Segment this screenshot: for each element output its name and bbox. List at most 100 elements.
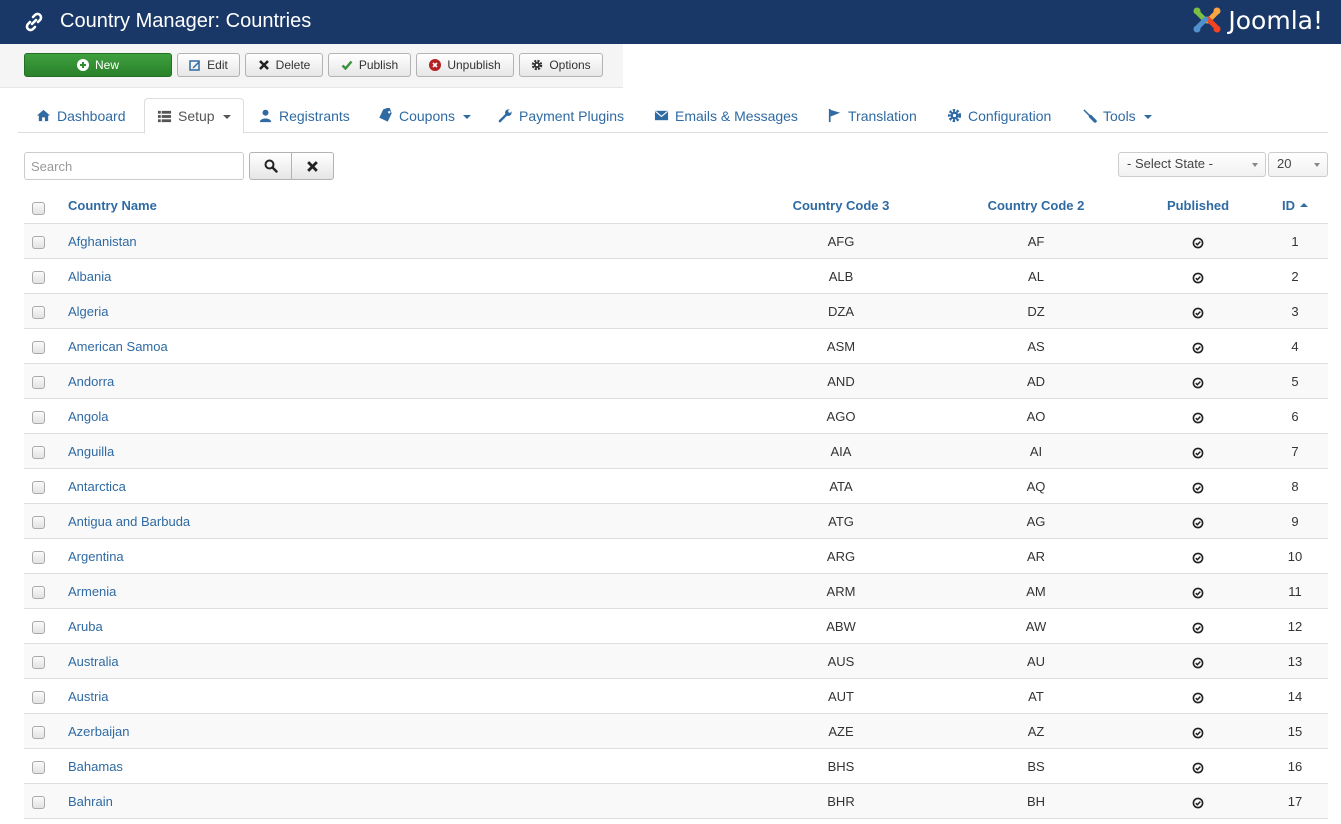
- tag-icon: [379, 108, 392, 122]
- country-name-link[interactable]: Austria: [68, 689, 108, 704]
- tab-translation[interactable]: Translation: [827, 98, 917, 133]
- country-code-3-cell: DZA: [828, 304, 854, 319]
- column-header-country-name[interactable]: Country Name: [68, 189, 157, 224]
- published-check-icon[interactable]: [1192, 237, 1204, 249]
- id-cell: 12: [1287, 619, 1303, 634]
- published-check-icon[interactable]: [1192, 692, 1204, 704]
- tab-dashboard[interactable]: Dashboard: [36, 98, 126, 133]
- chevron-down-icon: [463, 114, 472, 119]
- published-check-icon[interactable]: [1192, 447, 1204, 459]
- country-name-link[interactable]: Angola: [68, 409, 108, 424]
- published-check-icon[interactable]: [1192, 307, 1204, 319]
- screwdriver-icon: [1083, 109, 1097, 123]
- search-button[interactable]: [249, 152, 292, 180]
- row-checkbox[interactable]: [32, 236, 45, 249]
- published-check-icon[interactable]: [1192, 727, 1204, 739]
- table-row: Antarctica ATA AQ 8: [24, 469, 1328, 504]
- published-check-icon[interactable]: [1192, 797, 1204, 809]
- row-checkbox[interactable]: [32, 551, 45, 564]
- published-check-icon[interactable]: [1192, 762, 1204, 774]
- column-header-country-code-3[interactable]: Country Code 3: [764, 189, 918, 224]
- tab-payment-plugins[interactable]: Payment Plugins: [498, 98, 624, 133]
- table-row: Armenia ARM AM 11: [24, 574, 1328, 609]
- row-checkbox[interactable]: [32, 761, 45, 774]
- new-button[interactable]: New: [24, 53, 172, 77]
- published-check-icon[interactable]: [1192, 412, 1204, 424]
- delete-button[interactable]: Delete: [245, 53, 323, 77]
- gear-icon: [947, 108, 962, 123]
- check-icon: [341, 60, 353, 71]
- row-checkbox[interactable]: [32, 586, 45, 599]
- row-checkbox[interactable]: [32, 446, 45, 459]
- list-limit-select[interactable]: 20: [1268, 152, 1328, 177]
- row-checkbox[interactable]: [32, 656, 45, 669]
- column-header-id[interactable]: ID: [1260, 189, 1330, 224]
- published-check-icon[interactable]: [1192, 587, 1204, 599]
- id-cell: 8: [1291, 479, 1299, 494]
- country-name-link[interactable]: Argentina: [68, 549, 124, 564]
- published-check-icon[interactable]: [1192, 552, 1204, 564]
- country-name-link[interactable]: American Samoa: [68, 339, 168, 354]
- country-name-link[interactable]: Armenia: [68, 584, 116, 599]
- dropdown-arrow-icon: [1314, 163, 1320, 167]
- published-check-icon[interactable]: [1192, 517, 1204, 529]
- state-filter-select[interactable]: - Select State -: [1118, 152, 1266, 177]
- row-checkbox[interactable]: [32, 481, 45, 494]
- row-checkbox[interactable]: [32, 796, 45, 809]
- publish-button[interactable]: Publish: [328, 53, 411, 77]
- column-header-country-code-2[interactable]: Country Code 2: [964, 189, 1108, 224]
- new-button-label: New: [94, 58, 119, 72]
- tab-coupons-label: Coupons: [399, 107, 456, 124]
- row-checkbox[interactable]: [32, 341, 45, 354]
- country-code-3-cell: BHS: [827, 759, 855, 774]
- delete-button-label: Delete: [275, 58, 311, 72]
- country-name-cell: Andorra: [68, 364, 114, 399]
- country-name-link[interactable]: Bahrain: [68, 794, 113, 809]
- tab-configuration[interactable]: Configuration: [947, 98, 1051, 133]
- country-name-link[interactable]: Azerbaijan: [68, 724, 129, 739]
- country-name-link[interactable]: Algeria: [68, 304, 108, 319]
- tab-coupons[interactable]: Coupons: [378, 98, 472, 133]
- tab-emails-messages[interactable]: Emails & Messages: [654, 98, 798, 133]
- published-check-icon[interactable]: [1192, 342, 1204, 354]
- row-checkbox[interactable]: [32, 376, 45, 389]
- country-name-link[interactable]: Bahamas: [68, 759, 123, 774]
- country-code-2-cell: DZ: [1027, 304, 1045, 319]
- tab-registrants[interactable]: Registrants: [258, 98, 350, 133]
- column-header-published[interactable]: Published: [1148, 189, 1248, 224]
- published-check-icon[interactable]: [1192, 377, 1204, 389]
- country-name-link[interactable]: Andorra: [68, 374, 114, 389]
- country-code-3-cell: ARM: [826, 584, 856, 599]
- row-checkbox[interactable]: [32, 411, 45, 424]
- row-checkbox[interactable]: [32, 691, 45, 704]
- id-cell: 10: [1287, 549, 1303, 564]
- clear-search-button[interactable]: [291, 152, 334, 180]
- published-check-icon[interactable]: [1192, 272, 1204, 284]
- edit-button[interactable]: Edit: [177, 53, 240, 77]
- row-checkbox[interactable]: [32, 306, 45, 319]
- published-check-icon[interactable]: [1192, 622, 1204, 634]
- tab-tools[interactable]: Tools: [1082, 98, 1152, 133]
- tab-setup[interactable]: Setup: [144, 98, 244, 134]
- country-name-cell: Angola: [68, 399, 108, 434]
- search-input[interactable]: [24, 152, 244, 180]
- row-checkbox[interactable]: [32, 726, 45, 739]
- published-check-icon[interactable]: [1192, 482, 1204, 494]
- country-name-link[interactable]: Australia: [68, 654, 119, 669]
- country-name-link[interactable]: Albania: [68, 269, 111, 284]
- row-checkbox[interactable]: [32, 516, 45, 529]
- country-code-2-cell: AZ: [1027, 724, 1045, 739]
- unpublish-button[interactable]: Unpublish: [416, 53, 514, 77]
- options-button[interactable]: Options: [519, 53, 603, 77]
- country-code-3-cell: AIA: [830, 444, 852, 459]
- tab-translation-label: Translation: [848, 107, 917, 124]
- country-name-link[interactable]: Anguilla: [68, 444, 114, 459]
- country-name-link[interactable]: Antigua and Barbuda: [68, 514, 190, 529]
- country-name-link[interactable]: Afghanistan: [68, 234, 137, 249]
- published-check-icon[interactable]: [1192, 657, 1204, 669]
- row-checkbox[interactable]: [32, 621, 45, 634]
- country-name-link[interactable]: Aruba: [68, 619, 103, 634]
- row-checkbox[interactable]: [32, 271, 45, 284]
- country-name-link[interactable]: Antarctica: [68, 479, 126, 494]
- select-all-checkbox[interactable]: [32, 202, 45, 215]
